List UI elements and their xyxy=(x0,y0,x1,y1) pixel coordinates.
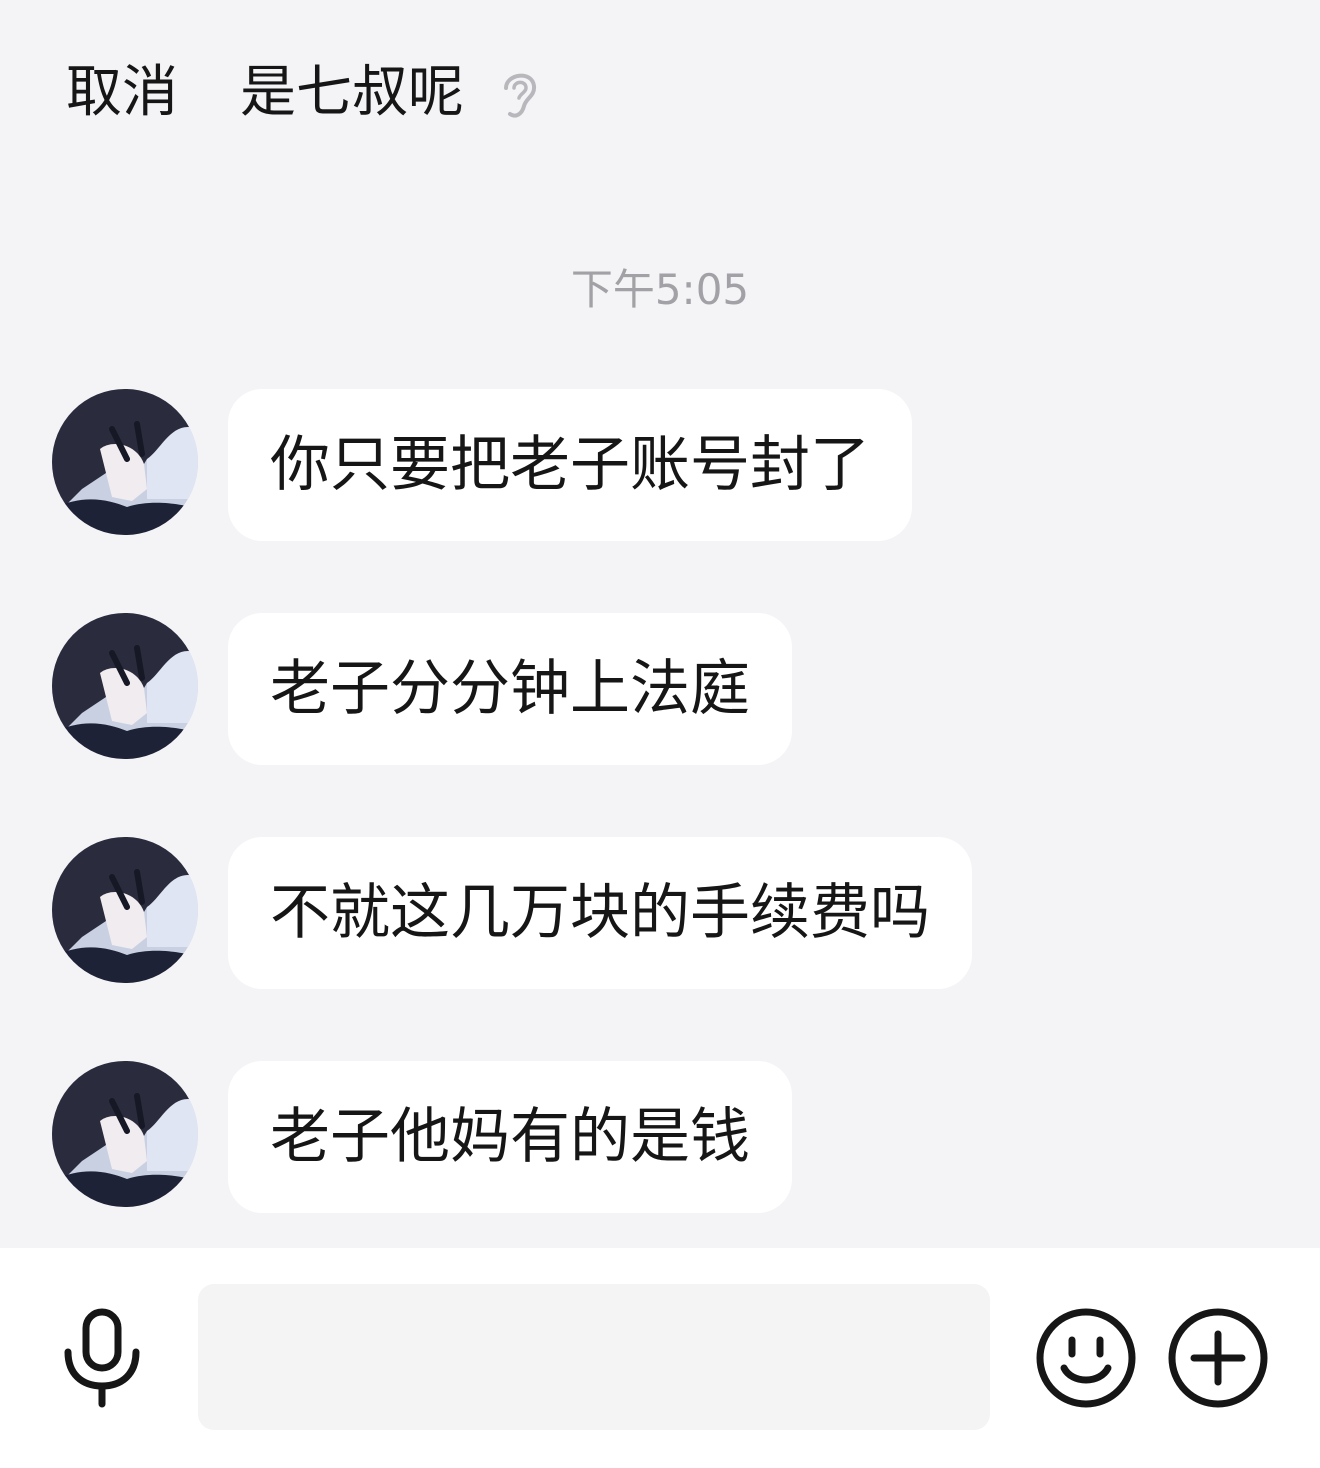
message-bubble[interactable]: 你只要把老子账号封了 xyxy=(228,389,912,541)
message-bubble[interactable]: 老子分分钟上法庭 xyxy=(228,613,792,765)
message-timestamp: 下午5:05 xyxy=(570,265,750,314)
message-text: 老子分分钟上法庭 xyxy=(270,654,750,724)
plus-icon[interactable] xyxy=(1166,1306,1270,1410)
avatar[interactable] xyxy=(52,1061,198,1207)
microphone-icon[interactable] xyxy=(56,1308,148,1408)
chat-title: 是七叔呢 xyxy=(240,60,464,125)
ear-icon[interactable] xyxy=(496,64,542,122)
message-row: 不就这几万块的手续费吗 xyxy=(0,837,1320,989)
message-row: 老子他妈有的是钱 xyxy=(0,1061,1320,1213)
message-bubble[interactable]: 老子他妈有的是钱 xyxy=(228,1061,792,1213)
chat-header: 取消 是七叔呢 xyxy=(0,0,1320,190)
avatar[interactable] xyxy=(52,613,198,759)
message-input[interactable] xyxy=(198,1284,990,1430)
message-bubble[interactable]: 不就这几万块的手续费吗 xyxy=(228,837,972,989)
message-text: 你只要把老子账号封了 xyxy=(270,430,870,500)
chat-screen: 取消 是七叔呢 下午5:05 你只要把老子账号封了 老子分分钟上法庭 不就这几万… xyxy=(0,0,1320,1468)
avatar[interactable] xyxy=(52,837,198,983)
input-bar xyxy=(0,1248,1320,1468)
smiley-icon[interactable] xyxy=(1034,1306,1138,1410)
cancel-button[interactable]: 取消 xyxy=(66,58,178,128)
message-text: 不就这几万块的手续费吗 xyxy=(270,878,930,948)
avatar[interactable] xyxy=(52,389,198,535)
message-row: 你只要把老子账号封了 xyxy=(0,389,1320,541)
message-row: 老子分分钟上法庭 xyxy=(0,613,1320,765)
message-text: 老子他妈有的是钱 xyxy=(270,1102,750,1172)
